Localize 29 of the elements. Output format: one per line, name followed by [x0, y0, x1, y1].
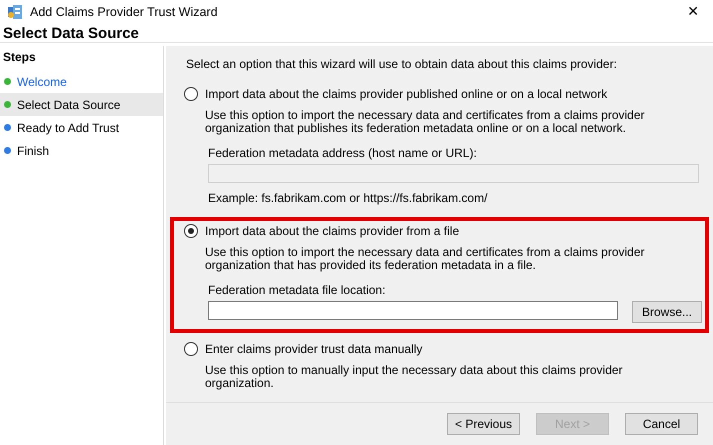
radio-option[interactable]: Import data about the claims provider published online or on a local network: [184, 87, 705, 101]
example-text: Example: fs.fabrikam.com or https://fs.fabrikam.com/: [208, 191, 488, 205]
wizard-app-icon: [7, 4, 23, 20]
option-description: Use this option to import the necessary data and certificates from a claims provider organization that has provided its federation metadata in a file.: [204, 246, 646, 272]
step-item[interactable]: Finish: [0, 139, 163, 162]
step-item[interactable]: Welcome: [0, 70, 163, 93]
radio-button[interactable]: [184, 87, 198, 101]
radio-label: Import data about the claims provider published online or on a local network: [205, 87, 608, 101]
steps-heading: Steps: [2, 49, 37, 66]
radio-option[interactable]: Import data about the claims provider from a file: [184, 224, 705, 238]
radio-label: Import data about the claims provider from a file: [205, 224, 460, 238]
step-item[interactable]: Ready to Add Trust: [0, 116, 163, 139]
radio-button[interactable]: [184, 342, 198, 356]
page-title: Select Data Source: [3, 24, 139, 42]
current-step-item[interactable]: Select Data Source: [0, 93, 163, 116]
radio-label: Enter claims provider trust data manually: [205, 342, 422, 356]
radio-button[interactable]: [184, 224, 198, 238]
close-button[interactable]: ✕: [679, 0, 707, 24]
radio-option[interactable]: Enter claims provider trust data manually: [184, 342, 705, 356]
browse-button[interactable]: Browse...: [632, 301, 702, 323]
wizard-button[interactable]: Cancel: [625, 413, 698, 435]
text-input-field[interactable]: [208, 301, 618, 320]
instruction-text: Select an option that this wizard will use to obtain data about this claims provider:: [185, 57, 618, 71]
field-label: Federation metadata file location:: [208, 283, 386, 297]
field-label: Federation metadata address (host name or URL):: [208, 146, 478, 160]
wizard-button[interactable]: < Previous: [447, 413, 520, 435]
option-description: Use this option to import the necessary data and certificates from a claims provider organization that publishes its federation metadata online or on a local network.: [204, 109, 646, 135]
option-description: Use this option to manually input the necessary data about this claims provider organization.: [204, 364, 624, 390]
window-title: Add Claims Provider Trust Wizard: [30, 5, 218, 19]
